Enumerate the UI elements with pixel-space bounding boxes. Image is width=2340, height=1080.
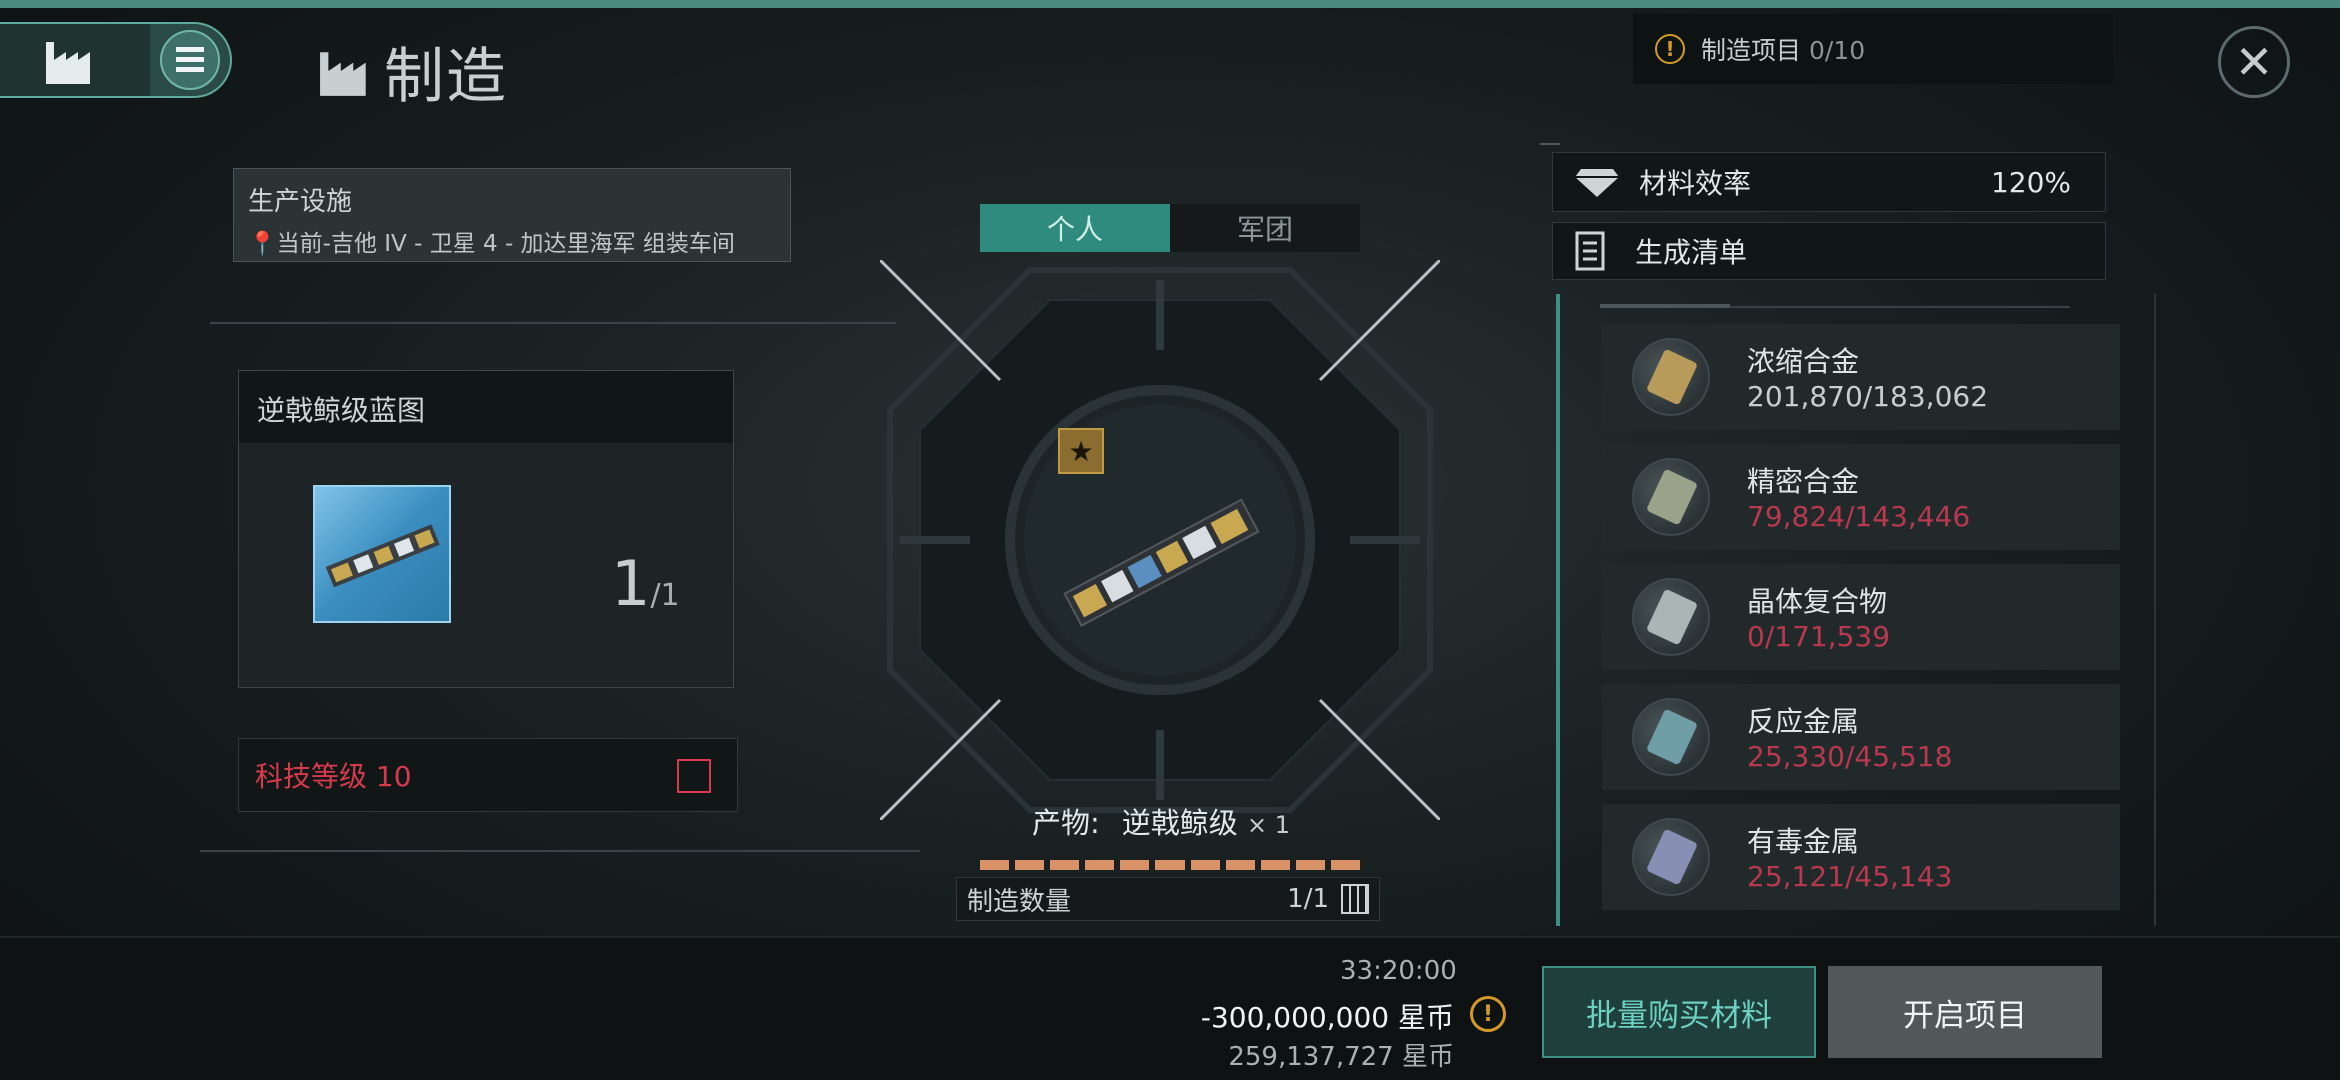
project-cost: -300,000,000 星币 (1200, 1001, 1454, 1034)
material-item[interactable]: 有毒金属 25,121/45,143 (1602, 804, 2120, 910)
menu-icon (176, 47, 204, 72)
divider (210, 322, 896, 324)
tab-personal[interactable]: 个人 (980, 204, 1170, 252)
top-accent-line (0, 0, 2340, 8)
material-name: 精密合金 (1747, 465, 1860, 498)
material-amount: 201,870/183,062 (1747, 380, 1989, 413)
warning-icon: ! (1655, 34, 1685, 64)
facility-location: 当前-吉他 IV - 卫星 4 - 加达里海军 组装车间 (276, 231, 735, 257)
ownership-tabs: 个人 军团 (980, 204, 1360, 252)
divider (1600, 304, 1730, 308)
quantity-value: 1/1 (1287, 884, 1329, 914)
document-icon (1575, 231, 1605, 271)
tech-level[interactable]: 科技等级 10 (238, 738, 738, 812)
blueprint-count: 1/1 (611, 547, 680, 620)
tech-requirement-icon (677, 759, 711, 793)
diamond-icon (1575, 169, 1619, 197)
material-amount: 25,121/45,143 (1747, 860, 1953, 893)
product-multiplier: × 1 (1247, 811, 1291, 839)
materials-scroll-track (1556, 294, 1560, 926)
material-name: 晶体复合物 (1747, 585, 1888, 618)
material-name: 浓缩合金 (1747, 345, 1860, 378)
wallet-balance: 259,137,727 星币 (1228, 1042, 1454, 1072)
tab-corporation[interactable]: 军团 (1170, 204, 1360, 252)
output-list-label: 生成清单 (1635, 236, 1748, 269)
product-name: 逆戟鲸级 (1121, 806, 1238, 840)
crystal-compound-icon (1632, 578, 1710, 656)
reactive-metal-icon (1632, 698, 1710, 776)
divider (1540, 143, 1560, 145)
blueprint-name: 逆戟鲸级蓝图 (239, 371, 733, 443)
material-amount: 79,824/143,446 (1747, 500, 1971, 533)
quantity-row[interactable]: 制造数量 1/1 (956, 877, 1380, 921)
blueprint-thumbnail (313, 485, 451, 623)
page-header: 制造 (318, 28, 508, 115)
product-info: 产物: 逆戟鲸级 × 1 (1032, 800, 1290, 842)
project-counter: ! 制造项目 0/10 (1633, 14, 2113, 84)
calculator-icon[interactable] (1341, 884, 1369, 914)
factory-icon (46, 42, 90, 84)
bulk-buy-button[interactable]: 批量购买材料 (1542, 966, 1816, 1058)
quantity-label: 制造数量 (967, 886, 1072, 917)
location-pin-icon: 📍 (248, 231, 277, 257)
progress-dashes (980, 860, 1361, 870)
nav-toggle[interactable] (0, 22, 232, 98)
production-timer: 33:20:00 (1340, 956, 1457, 986)
crystal-alloy-icon (1632, 458, 1710, 536)
project-label: 制造项目 (1701, 36, 1802, 65)
facility-heading: 生产设施 (248, 187, 353, 217)
product-label: 产物: (1032, 806, 1100, 840)
alloy-icon (1632, 338, 1710, 416)
product-reticle (880, 260, 1440, 820)
ship-icon (325, 524, 440, 588)
material-item[interactable]: 反应金属 25,330/45,518 (1602, 684, 2120, 790)
facility-location-row: 📍当前-吉他 IV - 卫星 4 - 加达里海军 组装车间 (248, 224, 776, 258)
divider (200, 850, 920, 852)
material-amount: 0/171,539 (1747, 620, 1891, 653)
start-project-button[interactable]: 开启项目 (1828, 966, 2102, 1058)
materials-border (2154, 294, 2156, 926)
close-icon: ✕ (2234, 35, 2274, 89)
blueprint-card[interactable]: 逆戟鲸级蓝图 1/1 (238, 370, 734, 688)
material-amount: 25,330/45,518 (1747, 740, 1953, 773)
material-item[interactable]: 浓缩合金 201,870/183,062 (1602, 324, 2120, 430)
page-title: 制造 (384, 42, 508, 112)
tech-level-label: 科技等级 10 (255, 760, 412, 793)
material-item[interactable]: 晶体复合物 0/171,539 (1602, 564, 2120, 670)
factory-nav-button[interactable] (0, 24, 150, 96)
warning-icon[interactable]: ! (1470, 996, 1506, 1032)
facility-panel[interactable]: 生产设施 📍当前-吉他 IV - 卫星 4 - 加达里海军 组装车间 (233, 168, 791, 262)
star-icon: ★ (1058, 428, 1104, 474)
close-button[interactable]: ✕ (2218, 26, 2290, 98)
material-item[interactable]: 精密合金 79,824/143,446 (1602, 444, 2120, 550)
project-count: 0/10 (1808, 36, 1866, 65)
efficiency-label: 材料效率 (1639, 167, 1752, 200)
material-efficiency-row[interactable]: 材料效率 120% (1552, 152, 2106, 212)
menu-button[interactable] (160, 30, 220, 90)
material-name: 反应金属 (1747, 705, 1860, 738)
material-name: 有毒金属 (1747, 825, 1860, 858)
output-list-row[interactable]: 生成清单 (1552, 222, 2106, 280)
toxic-metal-icon (1632, 818, 1710, 896)
factory-icon (320, 51, 366, 96)
efficiency-value: 120% (1990, 165, 2071, 199)
